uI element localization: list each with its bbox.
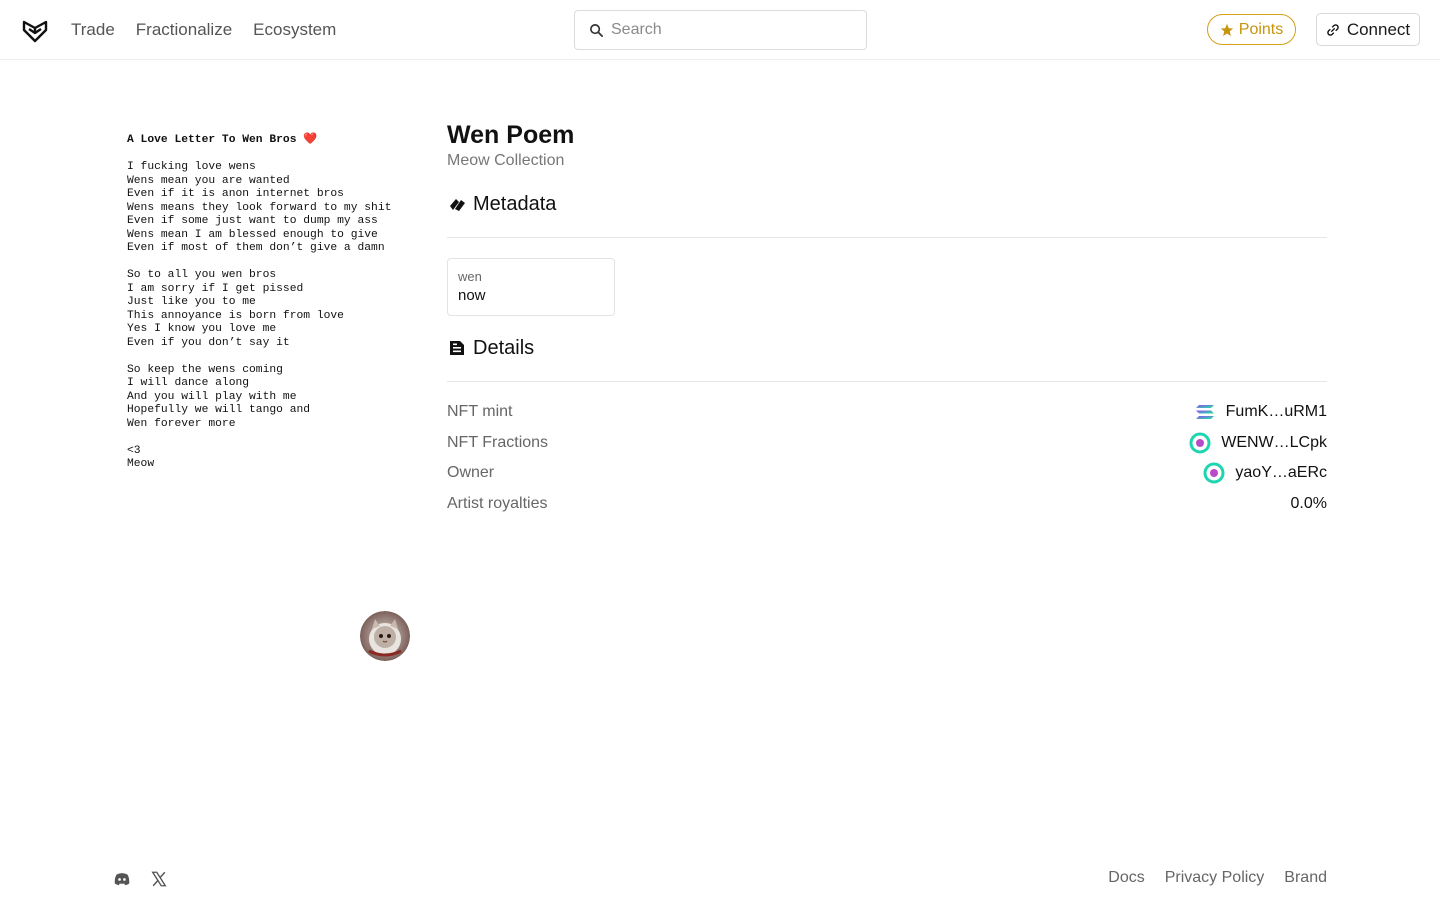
poem-line: Wen forever more — [127, 417, 236, 430]
nft-title: Wen Poem — [447, 121, 575, 149]
top-navbar: Trade Fractionalize Ecosystem Points Con… — [0, 0, 1440, 60]
poem-line: <3 — [127, 444, 141, 457]
poem-line: And you will play with me — [127, 390, 297, 403]
nft-mint-address[interactable]: FumK…uRM1 — [1194, 401, 1327, 423]
cat-avatar-icon — [360, 611, 410, 661]
tags-icon — [450, 199, 465, 211]
details-list: NFT mint FumK…uRM1 NFT Fractions WENW…LC… — [447, 397, 1327, 519]
poem-line: I fucking love wens — [127, 161, 256, 173]
nav-fractionalize[interactable]: Fractionalize — [136, 19, 232, 41]
attribute-value: now — [458, 287, 486, 304]
social-links — [113, 870, 168, 888]
poem-line: So to all you wen bros — [127, 269, 277, 281]
detail-row-owner: Owner yaoY…aERc — [447, 458, 1327, 489]
poem-line: Hopefully we will tango and — [127, 404, 311, 416]
poem-line: So keep the wens coming — [127, 363, 283, 376]
poem-line: Even if you don’t say it — [127, 336, 290, 349]
poem-line: Wens means they look forward to my shit — [127, 201, 392, 214]
creator-avatar[interactable] — [360, 611, 410, 661]
solana-icon — [1195, 405, 1214, 420]
points-button[interactable]: Points — [1207, 14, 1296, 45]
wallet-icon — [1203, 462, 1225, 484]
detail-row-nft-fractions: NFT Fractions WENW…LCpk — [447, 428, 1327, 459]
poem-line: Just like you to me — [127, 296, 256, 308]
link-icon — [1327, 23, 1339, 36]
connect-label: Connect — [1346, 19, 1411, 39]
footer-link-brand[interactable]: Brand — [1284, 869, 1327, 887]
footer-links: Docs Privacy Policy Brand — [1108, 869, 1327, 887]
poem-line: Even if it is anon internet bros — [127, 188, 344, 200]
star-icon — [1220, 23, 1233, 36]
poem-line: Wens mean I am blessed enough to give — [127, 228, 378, 241]
x-twitter-icon[interactable] — [150, 870, 168, 888]
poem-line: I will dance along — [127, 377, 250, 389]
points-label: Points — [1238, 20, 1284, 38]
discord-icon[interactable] — [113, 870, 131, 888]
details-heading: Details — [447, 335, 1327, 361]
footer-link-privacy-policy[interactable]: Privacy Policy — [1165, 869, 1265, 887]
owner-address[interactable]: yaoY…aERc — [1203, 462, 1327, 484]
heart-icon: ❤️ — [303, 134, 318, 146]
poem-line: I am sorry if I get pissed — [127, 282, 304, 295]
main-nav: Trade Fractionalize Ecosystem — [71, 19, 336, 41]
poem-line: Yes I know you love me — [127, 323, 277, 335]
collection-link[interactable]: Meow Collection — [447, 151, 1327, 171]
poem-line: Even if most of them don’t give a damn — [127, 242, 385, 254]
nft-image-poem: A Love Letter To Wen Bros ❤️ I fucking l… — [127, 134, 417, 485]
metadata-heading: Metadata — [447, 191, 1327, 217]
poem-line: Even if some just want to dump my ass — [127, 215, 378, 227]
poem-stanza: <3 Meow — [127, 445, 417, 472]
search-input[interactable] — [611, 21, 851, 39]
poem-stanza: I fucking love wens Wens mean you are wan… — [127, 161, 417, 256]
metadata-divider — [447, 237, 1327, 238]
nft-info-panel: Wen Poem Meow Collection Metadata wen no… — [447, 120, 1327, 519]
token-icon — [1189, 432, 1211, 454]
poem-title: A Love Letter To Wen Bros ❤️ — [127, 134, 318, 146]
search-box[interactable] — [574, 10, 867, 50]
detail-row-nft-mint: NFT mint FumK…uRM1 — [447, 397, 1327, 428]
document-icon — [450, 341, 464, 355]
poem-line: Wens mean you are wanted — [127, 174, 290, 187]
detail-row-artist-royalties: Artist royalties 0.0% — [447, 494, 1327, 512]
connect-button[interactable]: Connect — [1316, 13, 1420, 46]
footer-link-docs[interactable]: Docs — [1108, 869, 1144, 887]
metadata-attribute-card: wen now — [447, 258, 615, 316]
nav-trade[interactable]: Trade — [71, 19, 115, 41]
poem-stanza: So to all you wen bros I am sorry if I ge… — [127, 269, 417, 350]
search-icon — [590, 23, 603, 37]
poem-body: I fucking love wens Wens mean you are wan… — [127, 161, 417, 472]
nav-ecosystem[interactable]: Ecosystem — [253, 19, 336, 41]
details-divider — [447, 381, 1327, 382]
poem-stanza: So keep the wens coming I will dance alon… — [127, 364, 417, 432]
nft-fractions-address[interactable]: WENW…LCpk — [1189, 432, 1327, 454]
poem-line: This annoyance is born from love — [127, 309, 344, 322]
artist-royalties-value: 0.0% — [1290, 494, 1327, 512]
app-logo-icon[interactable] — [22, 17, 48, 43]
poem-line: Meow — [127, 458, 155, 470]
attribute-key: wen — [458, 269, 482, 284]
